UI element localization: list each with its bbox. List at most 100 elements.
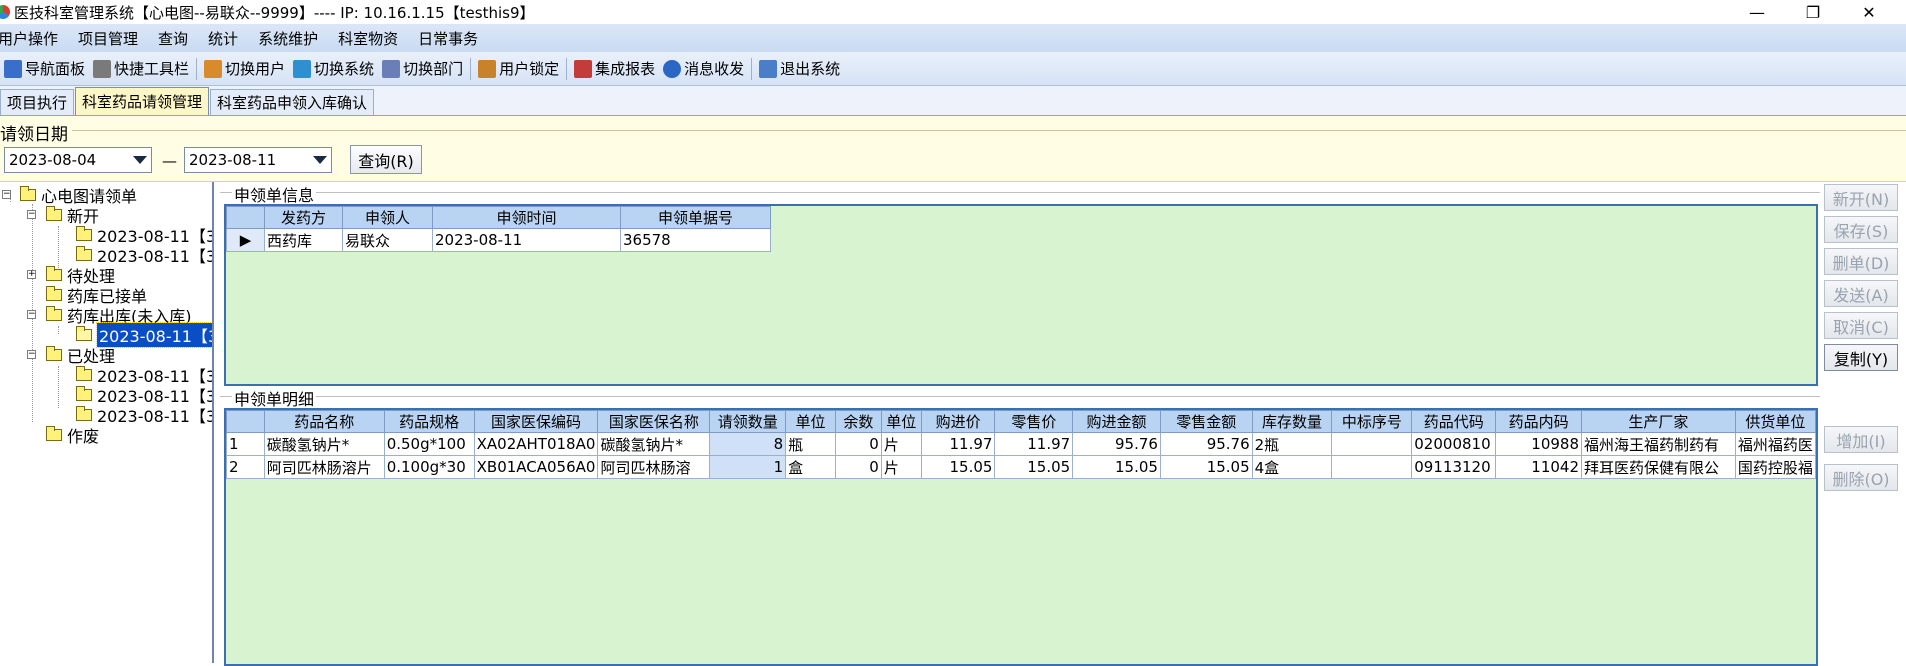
tree-node-received[interactable]: 药库已接单 xyxy=(46,285,147,306)
tree-node-new-2[interactable]: 2023-08-11【3 xyxy=(76,245,212,266)
table-cell[interactable]: 95.76 xyxy=(1159,432,1253,456)
table-cell[interactable]: 0.100g*30 xyxy=(383,455,475,479)
column-header[interactable]: 药品规格 xyxy=(383,410,475,433)
tree-node-new-1[interactable]: 2023-08-11【3 xyxy=(76,225,212,246)
table-cell[interactable]: 盒 xyxy=(785,455,836,479)
table-cell[interactable]: 2瓶 xyxy=(1251,432,1333,456)
table-row[interactable]: 2 阿司匹林肠溶片 0.100g*30 XB01ACA056A0 阿司匹林肠溶 … xyxy=(226,455,1816,479)
table-cell[interactable]: 02000810 xyxy=(1411,432,1497,456)
table-cell[interactable]: 11.97 xyxy=(920,432,996,456)
chevron-down-icon[interactable] xyxy=(130,149,150,171)
table-cell[interactable]: 阿司匹林肠溶 xyxy=(597,455,711,479)
switch-system-button[interactable]: 切换系统 xyxy=(289,56,378,82)
table-cell[interactable] xyxy=(1331,455,1413,479)
column-header[interactable]: 单位 xyxy=(785,410,836,433)
menu-daily-affairs[interactable]: 日常事务 xyxy=(408,28,488,49)
switch-user-button[interactable]: 切换用户 xyxy=(200,56,289,82)
minimize-button[interactable]: — xyxy=(1734,0,1780,24)
menu-statistics[interactable]: 统计 xyxy=(198,28,248,49)
tree-node-processed-2[interactable]: 2023-08-11【3 xyxy=(76,385,212,406)
table-cell[interactable]: 0 xyxy=(834,455,882,479)
tree-node-processed-1[interactable]: 2023-08-11【3 xyxy=(76,365,212,386)
column-header[interactable]: 药品代码 xyxy=(1411,410,1497,433)
add-row-button[interactable]: 增加(I) xyxy=(1824,426,1898,453)
table-cell[interactable]: 95.76 xyxy=(1072,432,1161,456)
table-cell[interactable]: 10988 xyxy=(1495,432,1582,456)
collapse-toggle[interactable]: − xyxy=(27,350,36,359)
delete-request-button[interactable]: 删单(D) xyxy=(1824,248,1898,275)
remove-row-button[interactable]: 删除(O) xyxy=(1824,464,1898,491)
column-header[interactable]: 零售金额 xyxy=(1159,410,1253,433)
exit-button[interactable]: 退出系统 xyxy=(755,56,844,82)
table-row[interactable]: ▶ 西药库 易联众 2023-08-11 36578 xyxy=(226,228,771,252)
cancel-button[interactable]: 取消(C) xyxy=(1824,312,1898,339)
column-header[interactable]: 药品名称 xyxy=(263,410,385,433)
expand-toggle[interactable]: + xyxy=(27,270,36,279)
tab-project-execution[interactable]: 项目执行 xyxy=(0,89,75,115)
close-button[interactable]: ✕ xyxy=(1846,0,1892,24)
table-cell[interactable]: 11042 xyxy=(1495,455,1582,479)
menu-system-maintenance[interactable]: 系统维护 xyxy=(248,28,328,49)
table-cell[interactable]: 碳酸氢钠片* xyxy=(597,432,711,456)
table-cell[interactable]: 易联众 xyxy=(342,228,433,252)
table-cell[interactable]: 15.05 xyxy=(994,455,1074,479)
copy-button[interactable]: 复制(Y) xyxy=(1824,344,1898,371)
table-cell[interactable]: 2023-08-11 xyxy=(432,228,621,252)
tree-node-processed[interactable]: 已处理 xyxy=(46,345,115,366)
save-button[interactable]: 保存(S) xyxy=(1824,216,1898,243)
report-button[interactable]: 集成报表 xyxy=(570,56,659,82)
table-cell[interactable]: 36578 xyxy=(620,228,771,252)
quick-toolbar-button[interactable]: 快捷工具栏 xyxy=(89,56,193,82)
tree-node-processed-3[interactable]: 2023-08-11【3 xyxy=(76,405,212,426)
tree-node-outbound-1[interactable]: 2023-08-11【3 xyxy=(76,322,212,348)
tab-department-drug-receipt-confirm[interactable]: 科室药品申领入库确认 xyxy=(210,89,375,115)
end-date-picker[interactable]: 2023-08-11 xyxy=(184,147,332,173)
column-header[interactable]: 购进金额 xyxy=(1072,410,1161,433)
table-cell[interactable]: 11.97 xyxy=(994,432,1074,456)
menu-query[interactable]: 查询 xyxy=(148,28,198,49)
collapse-toggle[interactable]: − xyxy=(27,310,36,319)
column-header[interactable]: 供货单位 xyxy=(1734,410,1816,433)
table-cell[interactable]: 阿司匹林肠溶片 xyxy=(263,455,385,479)
navigation-panel-button[interactable]: 导航面板 xyxy=(0,56,89,82)
table-cell[interactable]: 15.05 xyxy=(920,455,996,479)
column-header[interactable]: 国家医保名称 xyxy=(597,410,711,433)
column-header[interactable]: 发药方 xyxy=(264,206,343,229)
table-cell[interactable]: 国药控股福 xyxy=(1734,455,1816,479)
table-cell[interactable]: 片 xyxy=(880,455,922,479)
tree-node-pending[interactable]: 待处理 xyxy=(46,265,115,286)
start-date-picker[interactable]: 2023-08-04 xyxy=(4,147,152,173)
column-header[interactable]: 中标序号 xyxy=(1331,410,1413,433)
tree-node-outbound[interactable]: 药库出库(未入库) xyxy=(46,305,192,326)
menu-user-operations[interactable]: 用户操作 xyxy=(0,28,68,49)
table-cell[interactable]: 福州福药医 xyxy=(1734,432,1816,456)
table-cell[interactable]: 碳酸氢钠片* xyxy=(263,432,385,456)
table-cell[interactable]: 福州海王福药制药有 xyxy=(1581,432,1736,456)
switch-department-button[interactable]: 切换部门 xyxy=(378,56,467,82)
tree-root[interactable]: 心电图请领单 xyxy=(20,185,137,206)
tab-department-drug-request[interactable]: 科室药品请领管理 xyxy=(75,87,210,115)
column-header[interactable]: 药品内码 xyxy=(1495,410,1582,433)
restore-button[interactable]: ❐ xyxy=(1790,0,1836,24)
table-cell[interactable] xyxy=(1331,432,1413,456)
table-cell[interactable]: 西药库 xyxy=(264,228,343,252)
table-cell[interactable]: XA02AHT018A0 xyxy=(473,432,599,456)
menu-project-management[interactable]: 项目管理 xyxy=(68,28,148,49)
user-lock-button[interactable]: 用户锁定 xyxy=(474,56,563,82)
column-header[interactable]: 申领单据号 xyxy=(620,206,771,229)
table-cell[interactable]: 瓶 xyxy=(785,432,836,456)
table-cell[interactable]: XB01ACA056A0 xyxy=(473,455,599,479)
menu-department-supplies[interactable]: 科室物资 xyxy=(328,28,408,49)
collapse-toggle[interactable]: − xyxy=(27,210,36,219)
table-row[interactable]: 1 碳酸氢钠片* 0.50g*100 XA02AHT018A0 碳酸氢钠片* 8… xyxy=(226,432,1816,456)
query-button[interactable]: 查询(R) xyxy=(350,145,422,174)
message-button[interactable]: 消息收发 xyxy=(659,56,748,82)
chevron-down-icon[interactable] xyxy=(310,149,330,171)
new-button[interactable]: 新开(N) xyxy=(1824,184,1898,211)
column-header[interactable]: 国家医保编码 xyxy=(473,410,599,433)
table-cell[interactable]: 拜耳医药保健有限公 xyxy=(1581,455,1736,479)
column-header[interactable]: 余数 xyxy=(834,410,882,433)
table-cell[interactable]: 片 xyxy=(880,432,922,456)
column-header[interactable]: 申领人 xyxy=(342,206,433,229)
column-header[interactable]: 库存数量 xyxy=(1251,410,1333,433)
